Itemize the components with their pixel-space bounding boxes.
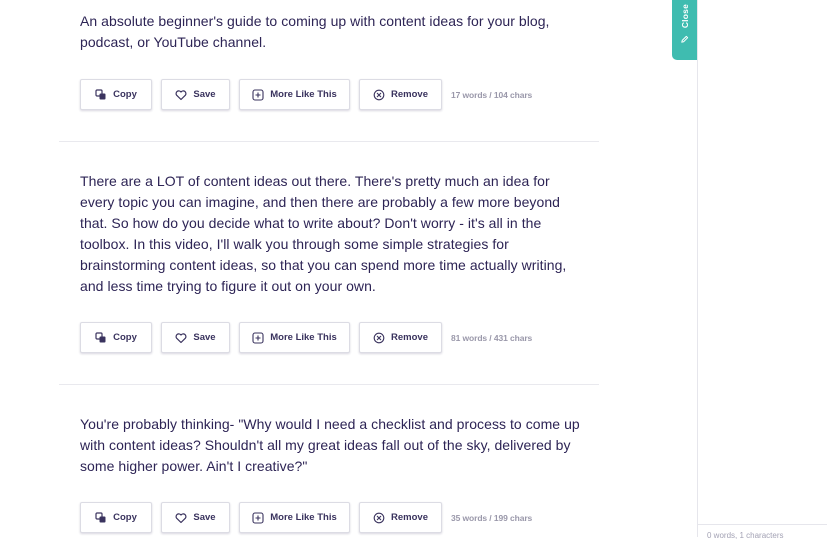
result-text: You're probably thinking- "Why would I n… — [80, 416, 580, 474]
results-feed: An absolute beginner's guide to coming u… — [0, 0, 697, 537]
copy-button[interactable]: Copy — [80, 322, 152, 353]
more-like-this-button[interactable]: More Like This — [239, 79, 350, 110]
copy-label: Copy — [113, 512, 137, 523]
result-divider — [59, 141, 599, 142]
remove-button[interactable]: Remove — [359, 502, 442, 533]
word-count: 35 words / 199 chars — [451, 512, 533, 523]
word-count: 81 words / 431 chars — [451, 332, 533, 343]
save-button[interactable]: Save — [161, 502, 230, 533]
remove-label: Remove — [391, 89, 428, 100]
editor-word-count: 0 words, 1 characters — [707, 531, 784, 540]
copy-label: Copy — [113, 332, 137, 343]
more-like-this-label: More Like This — [270, 332, 337, 343]
remove-circle-icon — [373, 89, 385, 101]
remove-label: Remove — [391, 512, 428, 523]
pencil-icon — [680, 31, 689, 43]
editor-footer: 0 words, 1 characters — [698, 524, 827, 540]
close-editor-tab[interactable]: Close — [672, 0, 697, 60]
result-actions: Copy Save More Like This Remove 35 words… — [80, 502, 532, 533]
remove-button[interactable]: Remove — [359, 79, 442, 110]
word-count: 17 words / 104 chars — [451, 89, 533, 100]
copy-icon — [95, 88, 107, 101]
more-like-this-button[interactable]: More Like This — [239, 502, 350, 533]
copy-icon — [95, 511, 107, 524]
save-button[interactable]: Save — [161, 322, 230, 353]
save-label: Save — [193, 332, 216, 343]
copy-icon — [95, 331, 107, 344]
remove-label: Remove — [391, 332, 428, 343]
heart-icon — [175, 332, 187, 344]
copy-button[interactable]: Copy — [80, 79, 152, 110]
result-card: There are a LOT of content ideas out the… — [80, 171, 580, 297]
remove-circle-icon — [373, 332, 385, 344]
heart-icon — [175, 512, 187, 524]
copy-label: Copy — [113, 89, 137, 100]
more-like-this-label: More Like This — [270, 512, 337, 523]
plus-square-icon — [252, 88, 264, 101]
more-like-this-button[interactable]: More Like This — [239, 322, 350, 353]
result-text: There are a LOT of content ideas out the… — [80, 173, 567, 294]
save-button[interactable]: Save — [161, 79, 230, 110]
remove-button[interactable]: Remove — [359, 322, 442, 353]
copy-button[interactable]: Copy — [80, 502, 152, 533]
remove-circle-icon — [373, 512, 385, 524]
save-label: Save — [193, 89, 216, 100]
result-divider — [59, 384, 599, 385]
result-actions: Copy Save More Like This Remove 17 words… — [80, 79, 532, 110]
result-card: You're probably thinking- "Why would I n… — [80, 414, 580, 477]
plus-square-icon — [252, 331, 264, 344]
result-actions: Copy Save More Like This Remove 81 words… — [80, 322, 532, 353]
editor-panel-border — [697, 0, 698, 537]
save-label: Save — [193, 512, 216, 523]
close-label: Close — [679, 4, 690, 29]
heart-icon — [175, 89, 187, 101]
result-text: An absolute beginner's guide to coming u… — [80, 13, 550, 50]
more-like-this-label: More Like This — [270, 89, 337, 100]
result-card: An absolute beginner's guide to coming u… — [80, 11, 580, 53]
plus-square-icon — [252, 511, 264, 524]
